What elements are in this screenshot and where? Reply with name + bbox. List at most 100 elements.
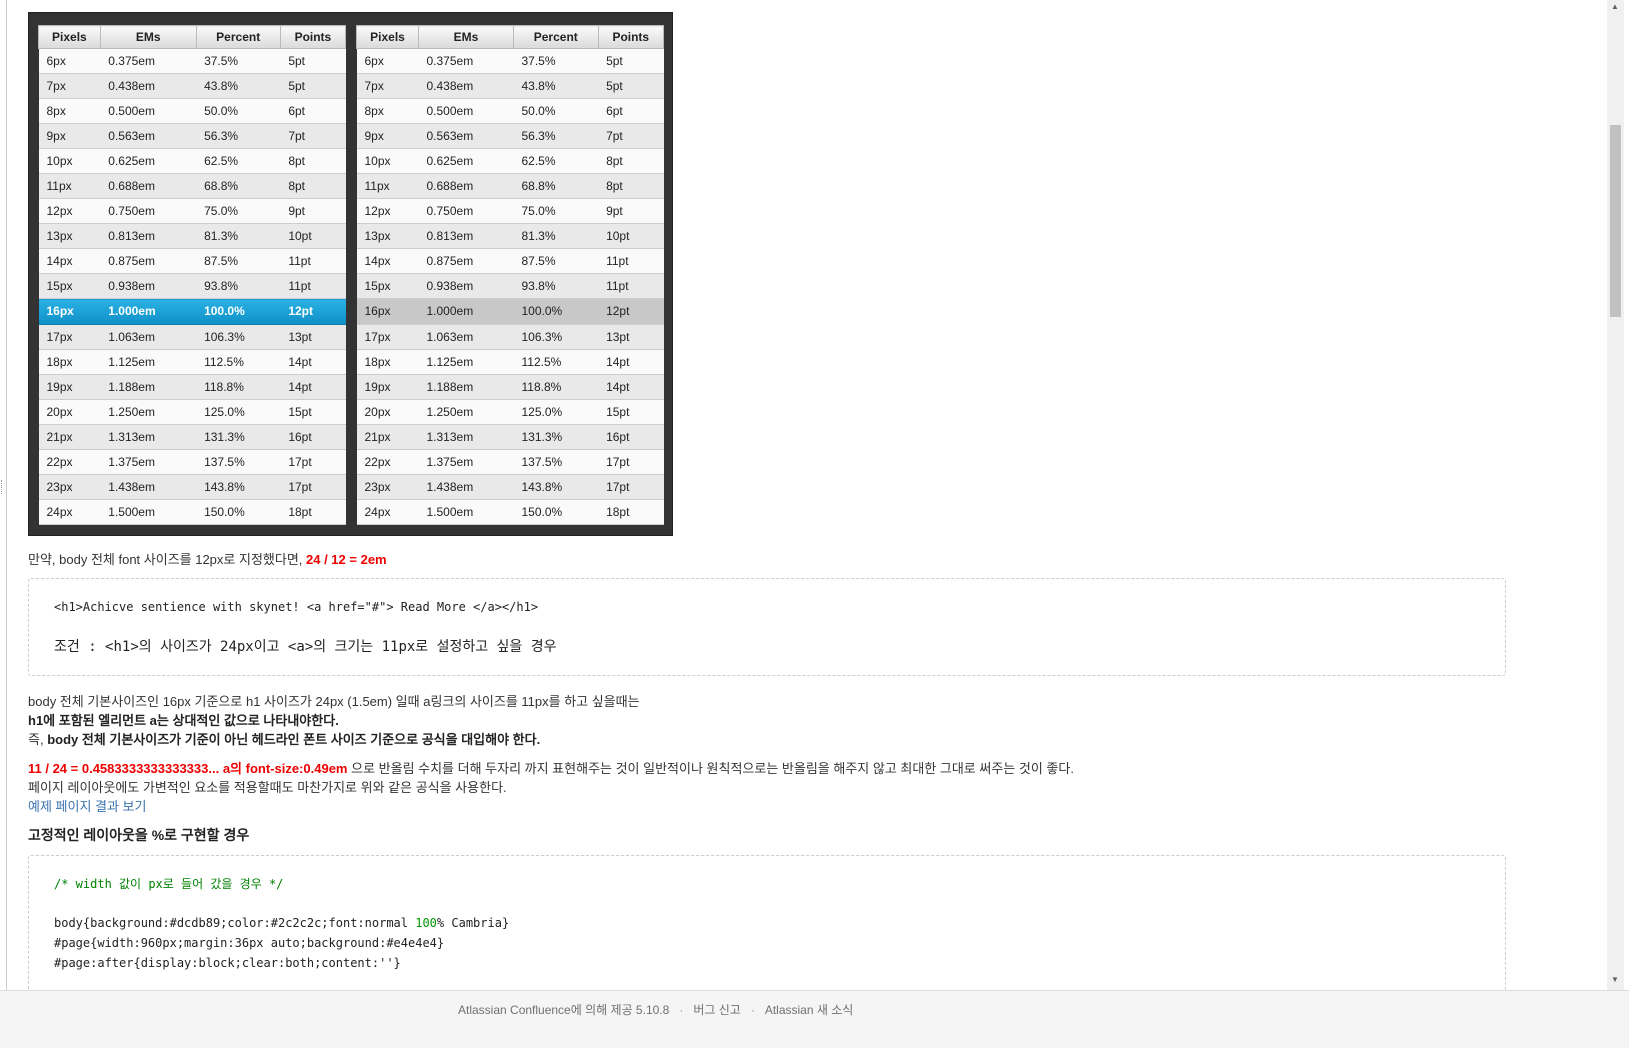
table-cell: 1.125em: [418, 349, 514, 375]
table-row: 24px 1.500em 150.0% 18pt: [356, 499, 664, 526]
table-row: 9px 0.563em 56.3% 7pt: [356, 123, 664, 150]
page-content: Pixels EMs Percent Points 6px 0.375em 37.5…: [28, 12, 1568, 993]
table-cell: 93.8%: [196, 273, 281, 300]
table-cell: 14px: [38, 248, 101, 275]
table-cell: 0.938em: [100, 273, 197, 300]
table-row: 19px 1.188em 118.8% 14pt: [38, 374, 346, 400]
table-cell: 15px: [38, 273, 101, 300]
col-header: Pixels: [38, 25, 101, 49]
table-row: 14px 0.875em 87.5% 11pt: [356, 248, 664, 275]
table-cell: 56.3%: [513, 123, 599, 150]
table-cell: 56.3%: [196, 123, 281, 150]
table-cell: 112.5%: [513, 349, 599, 375]
table-cell: 5pt: [598, 73, 664, 100]
table-cell: 23px: [38, 474, 101, 500]
table-cell: 1.500em: [418, 499, 514, 526]
left-sidebar-handle[interactable]: [0, 0, 7, 990]
body-size-note: 만약, body 전체 font 사이즈를 12px로 지정했다면, 24 / …: [28, 550, 1568, 570]
table-cell: 22px: [38, 449, 101, 475]
para-bold: body 전체 기본사이즈가 기준이 아닌 헤드라인 폰트 사이즈 기준으로 공…: [47, 732, 541, 747]
table-cell: 12px: [38, 198, 101, 225]
table-cell: 0.938em: [418, 273, 514, 300]
table-cell: 16px: [38, 298, 101, 325]
table-row: 23px 1.438em 143.8% 17pt: [38, 474, 346, 500]
table-cell: 143.8%: [196, 474, 281, 500]
resize-grip-icon[interactable]: [1, 480, 5, 494]
table-cell: 21px: [356, 424, 419, 450]
table-cell: 5pt: [280, 48, 346, 75]
table-cell: 22px: [356, 449, 419, 475]
table-cell: 0.688em: [100, 173, 197, 200]
table-cell: 9pt: [598, 198, 664, 225]
table-row: 22px 1.375em 137.5% 17pt: [38, 449, 346, 475]
table-cell: 12pt: [280, 298, 346, 325]
table-cell: 7px: [356, 73, 419, 100]
scrollbar-thumb[interactable]: [1610, 125, 1621, 317]
table-cell: 1.313em: [100, 424, 197, 450]
table-cell: 12pt: [598, 298, 664, 325]
table-row: 18px 1.125em 112.5% 14pt: [38, 349, 346, 375]
table-cell: 131.3%: [196, 424, 281, 450]
table-cell: 14pt: [280, 374, 346, 400]
col-header: EMs: [418, 25, 514, 49]
vertical-scrollbar[interactable]: ▲ ▼: [1607, 0, 1624, 990]
table-cell: 1.000em: [418, 298, 514, 325]
table-cell: 17px: [38, 324, 101, 350]
scroll-down-icon[interactable]: ▼: [1611, 975, 1619, 984]
table-cell: 87.5%: [513, 248, 599, 275]
col-header: EMs: [99, 25, 197, 49]
table-cell: 150.0%: [513, 499, 599, 526]
table-cell: 75.0%: [196, 198, 281, 225]
table-cell: 8pt: [598, 173, 664, 200]
scroll-up-icon[interactable]: ▲: [1611, 2, 1619, 11]
font-size-tables: Pixels EMs Percent Points 6px 0.375em 37.5…: [28, 12, 673, 536]
table-cell: 106.3%: [513, 324, 599, 350]
code-block-layout: /* width 값이 px로 들어 갔을 경우 */ body{backgro…: [28, 855, 1506, 993]
table-cell: 10px: [356, 148, 419, 175]
example-page-link[interactable]: 예제 페이지 결과 보기: [28, 799, 146, 814]
table-cell: 24px: [38, 499, 101, 526]
table-row: 20px 1.250em 125.0% 15pt: [38, 399, 346, 425]
table-cell: 18pt: [280, 499, 346, 526]
table-cell: 13pt: [598, 324, 664, 350]
table-cell: 106.3%: [196, 324, 281, 350]
body-size-formula: 24 / 12 = 2em: [306, 552, 387, 567]
table-cell: 21px: [38, 424, 101, 450]
report-bug-link[interactable]: 버그 신고: [693, 1003, 741, 1017]
table-row: 10px 0.625em 62.5% 8pt: [38, 148, 346, 175]
atlassian-news-link[interactable]: Atlassian 새 소식: [765, 1003, 853, 1017]
table-cell: 1.063em: [100, 324, 197, 350]
table-cell: 0.688em: [418, 173, 514, 200]
code-block-h1: <h1>Achicve sentience with skynet! <a hr…: [28, 578, 1506, 676]
table-cell: 43.8%: [513, 73, 599, 100]
table-row: 7px 0.438em 43.8% 5pt: [38, 73, 346, 100]
table-cell: 118.8%: [196, 374, 281, 400]
table-cell: 6pt: [280, 98, 346, 125]
table-row: 7px 0.438em 43.8% 5pt: [356, 73, 664, 100]
para-formula: 11 / 24 = 0.4583333333333333... a의 font-…: [28, 759, 1568, 778]
table-cell: 14pt: [598, 374, 664, 400]
table-cell: 15pt: [280, 399, 346, 425]
table-row: 9px 0.563em 56.3% 7pt: [38, 123, 346, 150]
table-cell: 13pt: [280, 324, 346, 350]
table-row: 13px 0.813em 81.3% 10pt: [356, 223, 664, 250]
table-cell: 7pt: [280, 123, 346, 150]
table-cell: 16px: [356, 298, 419, 325]
table-cell: 137.5%: [513, 449, 599, 475]
table-header-row: Pixels EMs Percent Points: [356, 25, 665, 49]
code-number: 100: [415, 916, 437, 930]
table-cell: 0.875em: [418, 248, 514, 275]
table-row: 23px 1.438em 143.8% 17pt: [356, 474, 664, 500]
table-cell: 0.438em: [100, 73, 197, 100]
table-cell: 0.625em: [100, 148, 197, 175]
col-header: Percent: [195, 25, 281, 49]
table-cell: 1.375em: [100, 449, 197, 475]
table-cell: 10pt: [598, 223, 664, 250]
table-cell: 125.0%: [513, 399, 599, 425]
table-row: 6px 0.375em 37.5% 5pt: [38, 48, 346, 75]
table-cell: 0.500em: [418, 98, 514, 125]
table-cell: 43.8%: [196, 73, 281, 100]
table-row: 12px 0.750em 75.0% 9pt: [38, 198, 346, 225]
table-cell: 150.0%: [196, 499, 281, 526]
table-row: 10px 0.625em 62.5% 8pt: [356, 148, 664, 175]
